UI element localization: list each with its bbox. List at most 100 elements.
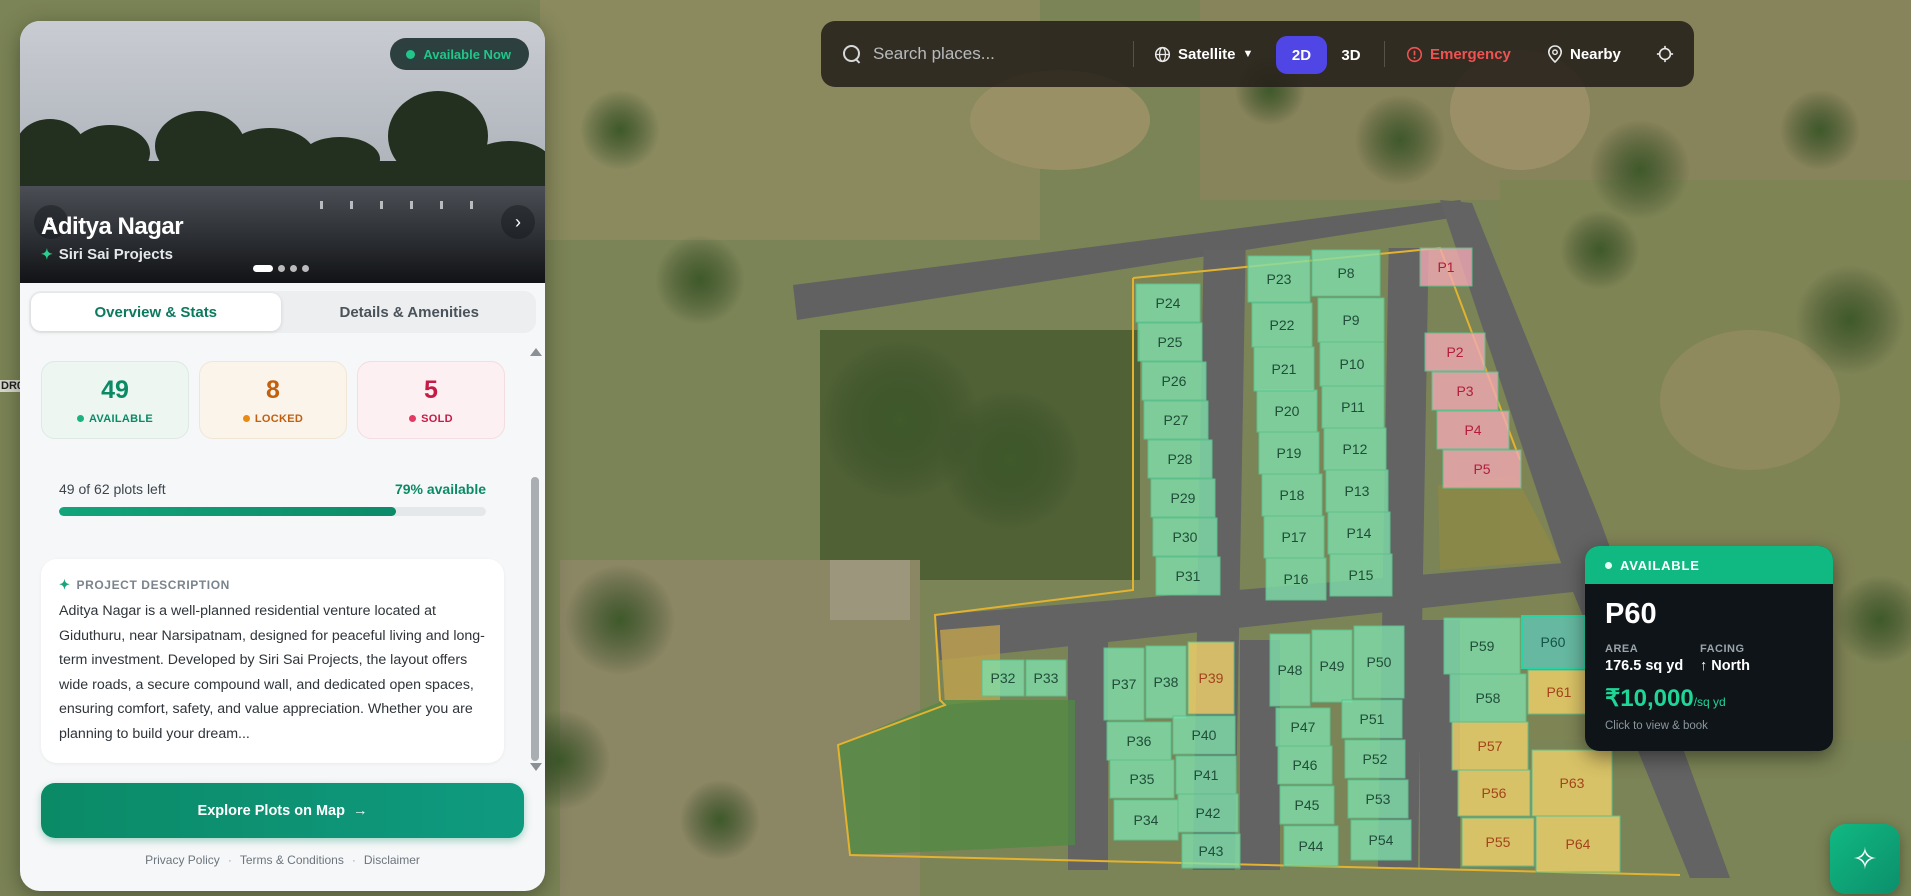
plot-p21[interactable]: P21 [1253,346,1315,392]
facing-label: FACING [1700,643,1745,655]
plot-p34[interactable]: P34 [1113,799,1179,841]
emergency-button[interactable]: Emergency [1406,21,1511,87]
plot-p25[interactable]: P25 [1137,322,1203,362]
plot-p64[interactable]: P64 [1535,815,1621,873]
ai-assistant-button[interactable]: ✧ [1830,824,1900,894]
search-input[interactable] [873,44,1123,64]
terms-link[interactable]: Terms & Conditions [240,853,344,867]
view-3d-button[interactable]: 3D [1331,36,1371,74]
disclaimer-link[interactable]: Disclaimer [364,853,420,867]
plot-p46[interactable]: P46 [1277,745,1333,785]
plot-p37[interactable]: P37 [1103,647,1145,721]
plot-stats: 49 AVAILABLE 8 LOCKED 5 SOLD [41,361,505,439]
plot-p60[interactable]: P60 [1521,615,1585,669]
plot-label: P12 [1343,441,1368,457]
plot-p11[interactable]: P11 [1321,385,1385,429]
plot-p23[interactable]: P23 [1247,255,1311,303]
plot-p40[interactable]: P40 [1172,715,1236,755]
plot-p20[interactable]: P20 [1256,389,1318,433]
plot-p38[interactable]: P38 [1145,645,1187,719]
plot-p12[interactable]: P12 [1323,427,1387,471]
plot-label: P24 [1156,295,1181,311]
carousel-dot-4[interactable] [302,265,309,272]
carousel-dot-1[interactable] [253,265,273,272]
overview-scroll-area[interactable]: 49 AVAILABLE 8 LOCKED 5 SOLD 49 of 62 pl… [20,341,525,779]
plot-p8[interactable]: P8 [1311,249,1381,297]
tab-overview-stats[interactable]: Overview & Stats [31,293,281,331]
map-style-dropdown[interactable]: Satellite ▼ [1154,21,1253,87]
privacy-policy-link[interactable]: Privacy Policy [145,853,220,867]
plot-p50[interactable]: P50 [1353,625,1405,699]
plot-p36[interactable]: P36 [1106,721,1172,761]
plot-info-card[interactable]: AVAILABLE P60 AREA 176.5 sq yd FACING ↑ … [1585,546,1833,751]
plot-p63[interactable]: P63 [1531,749,1613,817]
plot-p43[interactable]: P43 [1181,833,1241,869]
plot-p14[interactable]: P14 [1327,511,1391,555]
explore-plots-button[interactable]: Explore Plots on Map → [41,783,524,838]
plot-p18[interactable]: P18 [1261,473,1323,517]
plot-p55[interactable]: P55 [1461,817,1535,867]
plot-p31[interactable]: P31 [1155,556,1221,596]
locate-me-button[interactable] [1656,21,1674,87]
carousel-next-button[interactable]: › [501,205,535,239]
plot-p3[interactable]: P3 [1431,371,1499,411]
plot-p35[interactable]: P35 [1109,759,1175,799]
plot-p17[interactable]: P17 [1263,515,1325,559]
plot-p30[interactable]: P30 [1152,517,1218,557]
plot-label: P33 [1034,670,1059,686]
plot-p49[interactable]: P49 [1311,629,1353,703]
globe-icon [1154,46,1171,62]
plot-label: P58 [1476,690,1501,706]
plot-p16[interactable]: P16 [1265,557,1327,601]
plot-p4[interactable]: P4 [1436,410,1510,450]
plot-p32[interactable]: P32 [981,659,1025,697]
plot-p27[interactable]: P27 [1143,400,1209,440]
plot-p29[interactable]: P29 [1150,478,1216,518]
carousel-indicators[interactable] [253,265,309,272]
carousel-dot-2[interactable] [278,265,285,272]
plot-p13[interactable]: P13 [1325,469,1389,513]
carousel-dot-3[interactable] [290,265,297,272]
plot-p33[interactable]: P33 [1025,659,1067,697]
plot-p47[interactable]: P47 [1275,707,1331,747]
search-box[interactable] [843,21,1133,87]
plot-p28[interactable]: P28 [1147,439,1213,479]
plot-p52[interactable]: P52 [1344,739,1406,779]
plot-p54[interactable]: P54 [1350,819,1412,861]
price-unit: /sq yd [1693,695,1726,709]
project-photo-carousel[interactable]: Available Now ‹ › Aditya Nagar ✦ Siri Sa… [20,21,545,283]
plot-p22[interactable]: P22 [1251,302,1313,348]
plot-p57[interactable]: P57 [1451,721,1529,771]
plot-p26[interactable]: P26 [1141,361,1207,401]
plot-p42[interactable]: P42 [1177,793,1239,833]
plot-p2[interactable]: P2 [1424,332,1486,372]
plot-p24[interactable]: P24 [1135,283,1201,323]
plot-label: P50 [1367,654,1392,670]
scroll-up-arrow-icon[interactable] [530,348,542,356]
plot-p44[interactable]: P44 [1283,825,1339,867]
scrollbar-thumb[interactable] [531,477,539,761]
plot-p61[interactable]: P61 [1527,669,1591,715]
plot-p58[interactable]: P58 [1449,673,1527,723]
plot-p15[interactable]: P15 [1329,553,1393,597]
view-2d-button[interactable]: 2D [1276,36,1327,74]
plot-p10[interactable]: P10 [1319,341,1385,387]
plot-p41[interactable]: P41 [1175,755,1237,795]
plot-label: P25 [1158,334,1183,350]
plot-p39[interactable]: P39 [1187,641,1235,715]
tab-details-amenities[interactable]: Details & Amenities [285,293,535,331]
plot-p5[interactable]: P5 [1442,449,1522,489]
plot-p51[interactable]: P51 [1341,699,1403,739]
scroll-down-arrow-icon[interactable] [530,763,542,771]
plot-p56[interactable]: P56 [1457,769,1531,817]
plot-p1[interactable]: P1 [1419,247,1473,287]
panel-scrollbar[interactable] [528,341,542,781]
plot-p53[interactable]: P53 [1347,779,1409,819]
plot-p48[interactable]: P48 [1269,633,1311,707]
plot-p19[interactable]: P19 [1258,431,1320,475]
plot-p9[interactable]: P9 [1317,297,1385,343]
plot-label: P16 [1284,571,1309,587]
nearby-button[interactable]: Nearby [1547,21,1621,87]
plot-p45[interactable]: P45 [1279,785,1335,825]
plot-p59[interactable]: P59 [1443,617,1521,675]
